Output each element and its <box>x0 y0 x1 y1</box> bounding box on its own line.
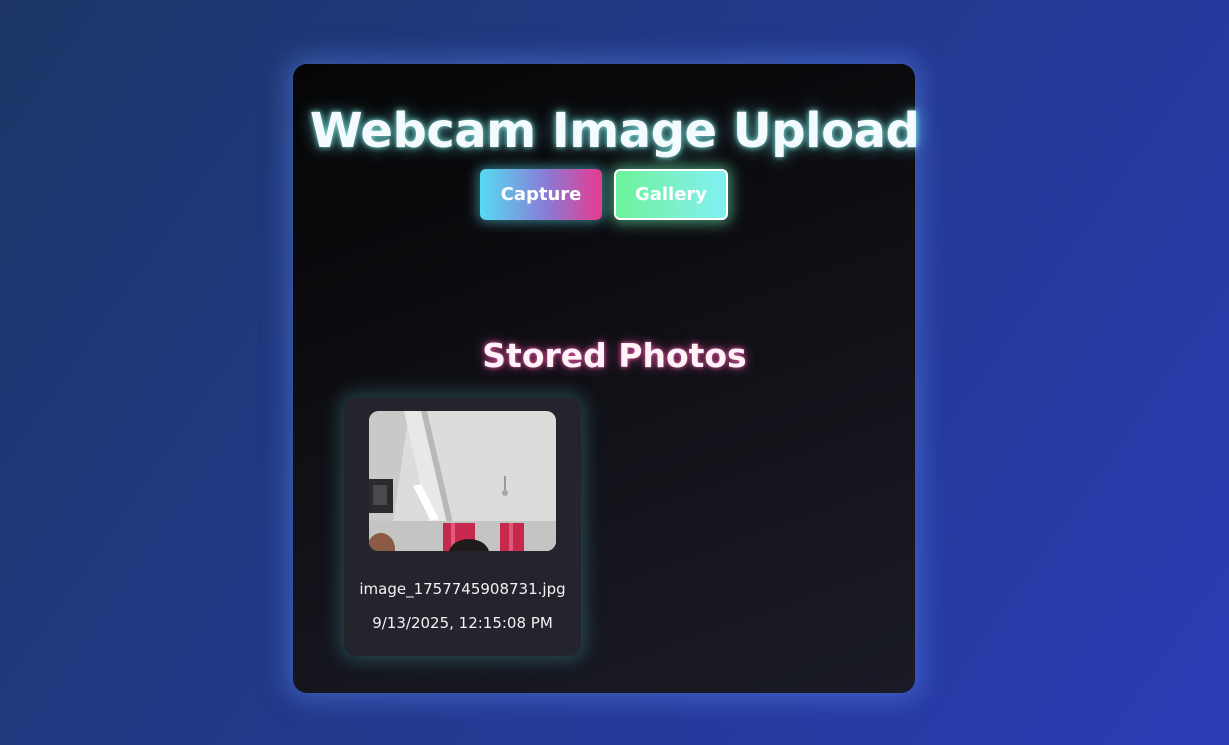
photo-card[interactable]: image_1757745908731.jpg 9/13/2025, 12:15… <box>344 397 581 656</box>
stored-photos-heading: Stored Photos <box>482 336 747 375</box>
photo-image <box>369 411 556 551</box>
capture-button[interactable]: Capture <box>480 169 602 220</box>
photo-filename: image_1757745908731.jpg <box>359 580 566 598</box>
gallery-button[interactable]: Gallery <box>614 169 728 220</box>
photo-thumbnail[interactable] <box>369 411 556 551</box>
page-title: Webcam Image Upload <box>309 103 920 159</box>
photo-timestamp: 9/13/2025, 12:15:08 PM <box>372 614 553 632</box>
